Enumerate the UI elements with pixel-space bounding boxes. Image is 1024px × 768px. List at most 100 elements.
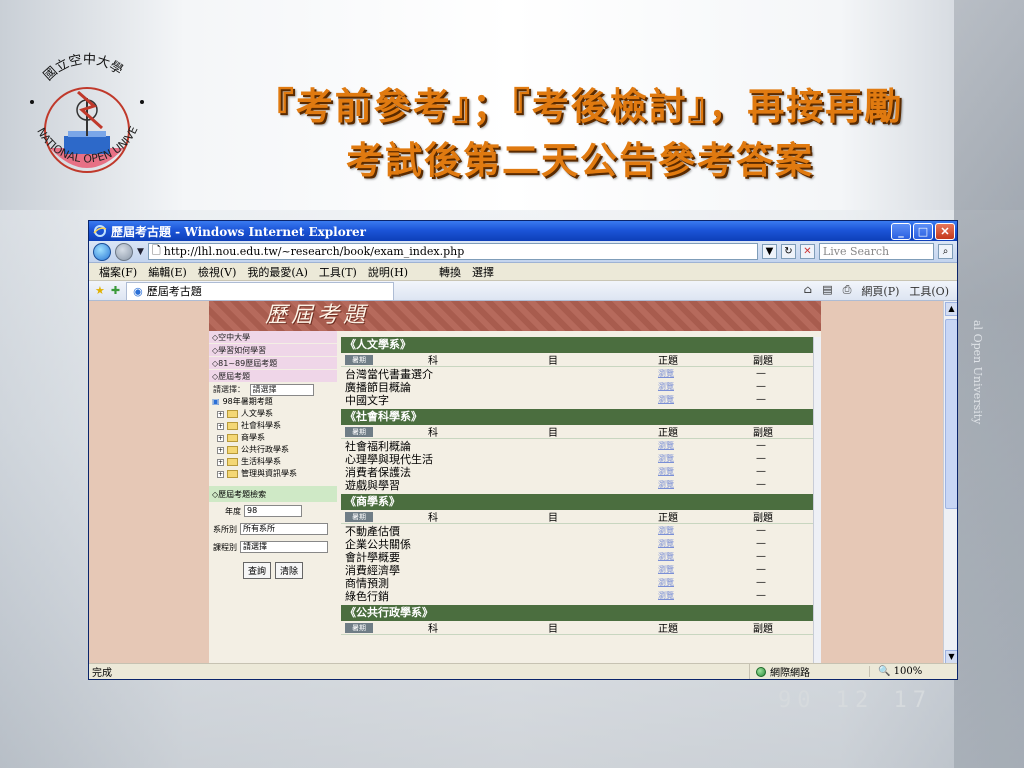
zone-label: 網際網路 [770, 668, 810, 679]
search-icon[interactable]: ⌕ [938, 244, 953, 259]
menu-help[interactable]: 說明(H) [368, 264, 408, 280]
menu-view[interactable]: 檢視(V) [198, 264, 237, 280]
view-link[interactable]: 瀏覽 [611, 577, 721, 588]
view-link[interactable]: 瀏覽 [611, 368, 721, 379]
feeds-icon[interactable]: ▤ [822, 283, 832, 299]
print-icon[interactable]: ⎙ [843, 283, 852, 299]
view-link[interactable]: 瀏覽 [611, 466, 721, 477]
clear-button[interactable]: 清除 [275, 562, 304, 579]
menu-edit[interactable]: 編輯(E) [148, 264, 187, 280]
history-dropdown-icon[interactable]: ▼ [137, 247, 144, 257]
menu-select[interactable]: 選擇 [472, 264, 494, 280]
view-link[interactable]: 瀏覽 [611, 381, 721, 392]
dept-select[interactable]: 所有系所 [240, 523, 328, 535]
section-header: 《人文學系》 [341, 337, 813, 353]
table-row: 中國文字 瀏覽 — [341, 393, 813, 407]
year-select[interactable]: 98 [244, 505, 302, 517]
tab-current[interactable]: ◉ 歷屆考古題 [126, 281, 395, 300]
expand-icon[interactable]: + [217, 422, 224, 430]
view-link[interactable]: 瀏覽 [611, 564, 721, 575]
stop-icon[interactable]: ✕ [799, 244, 815, 259]
page-right-margin [821, 301, 943, 665]
dept-label: 系所別 [213, 524, 237, 534]
menu-favorites[interactable]: 我的最愛(A) [247, 264, 308, 280]
maximize-button[interactable]: □ [913, 222, 933, 240]
add-favorite-icon[interactable]: ✚ [111, 284, 120, 297]
search-input[interactable]: Live Search [818, 243, 934, 260]
sidebar-select[interactable]: 請選擇 [249, 383, 314, 396]
tree-item-management[interactable]: + 管理與資訊學系 [209, 468, 337, 480]
expand-icon[interactable]: + [217, 434, 224, 442]
expand-icon[interactable]: + [217, 458, 224, 466]
refresh-icon[interactable]: ↻ [780, 244, 796, 259]
tab-bar: ★ ✚ ◉ 歷屆考古題 ⌂ ▤ ⎙ 網頁(P) 工具(O) [89, 281, 957, 301]
page-viewport: 歷屆考題 ◇空中大學 ◇學習如何學習 ◇81~89歷屆考題 ◇歷屆考題 請選擇：… [89, 301, 957, 665]
tree-item-life-science[interactable]: + 生活科學系 [209, 456, 337, 468]
column-header-row: 暑期科目正題 副題 [341, 621, 813, 635]
folder-open-icon: ▣ [212, 397, 220, 406]
favorites-star-icon[interactable]: ★ [95, 284, 105, 297]
logo-chinese-text: 國立空中大學 [41, 52, 125, 84]
page-menu[interactable]: 網頁(P) [861, 283, 899, 299]
page-left-margin [89, 301, 209, 665]
home-icon[interactable]: ⌂ [804, 283, 812, 299]
page-scrollbar[interactable]: ▲ ▼ [943, 301, 957, 665]
page-icon: 🗋 [151, 244, 161, 257]
sub-exam-header: 副題 [753, 356, 773, 367]
menu-file[interactable]: 檔案(F) [99, 264, 137, 280]
tree-item-social[interactable]: + 社會科學系 [209, 420, 337, 432]
tools-menu[interactable]: 工具(O) [909, 283, 949, 299]
course-input[interactable]: 請選擇 [240, 541, 328, 553]
view-link[interactable]: 瀏覽 [611, 525, 721, 536]
view-link[interactable]: 瀏覽 [611, 479, 721, 490]
background-vertical-text: al Open University [971, 320, 984, 425]
main-exam-header: 正題 [658, 356, 678, 367]
zoom-level[interactable]: 🔍 100% [869, 666, 957, 677]
scroll-down-icon[interactable]: ▼ [945, 650, 957, 664]
folder-icon [227, 422, 238, 430]
expand-icon[interactable]: + [217, 446, 224, 454]
forward-button[interactable] [115, 242, 133, 261]
view-link[interactable]: 瀏覽 [611, 394, 721, 405]
subject-header-part: 科 [428, 624, 438, 635]
scroll-up-icon[interactable]: ▲ [945, 302, 957, 316]
search-buttons: 查詢 清除 [209, 556, 337, 585]
view-link[interactable]: 瀏覽 [611, 551, 721, 562]
tree-item-humanities[interactable]: + 人文學系 [209, 408, 337, 420]
close-button[interactable]: ✕ [935, 222, 955, 240]
tree-root[interactable]: ▣ 98年暑期考題 [209, 396, 337, 408]
zoom-icon: 🔍 [878, 666, 891, 677]
query-button[interactable]: 查詢 [242, 562, 271, 579]
slide-title-line1: 『考前參考』；『考後檢討』，再接再勵 [256, 84, 904, 128]
main-exam-header: 正題 [658, 428, 678, 439]
sidebar: ◇空中大學 ◇學習如何學習 ◇81~89歷屆考題 ◇歷屆考題 請選擇： 請選擇 … [209, 331, 337, 665]
view-link[interactable]: 瀏覽 [611, 453, 721, 464]
no-sub-exam: — [756, 590, 766, 601]
back-button[interactable] [93, 242, 111, 261]
minimize-button[interactable]: _ [891, 222, 911, 240]
url-dropdown-icon[interactable]: ▼ [761, 244, 777, 259]
view-link[interactable]: 瀏覽 [611, 440, 721, 451]
view-link[interactable]: 瀏覽 [611, 590, 721, 601]
course-label: 課程別 [213, 542, 237, 552]
view-link[interactable]: 瀏覽 [611, 538, 721, 549]
expand-icon[interactable]: + [217, 470, 224, 478]
tab-page-icon: ◉ [133, 284, 143, 298]
folder-icon [227, 410, 238, 418]
menu-convert[interactable]: 轉換 [439, 264, 461, 280]
sidebar-item-81-89[interactable]: ◇81~89歷屆考題 [209, 357, 337, 370]
scroll-thumb[interactable] [945, 319, 957, 509]
sidebar-item-past-exams[interactable]: ◇歷屆考題 [209, 370, 337, 383]
year-label: 年度 [225, 506, 241, 516]
expand-icon[interactable]: + [217, 410, 224, 418]
tab-title: 歷屆考古題 [146, 285, 202, 298]
tree-item-public-admin[interactable]: + 公共行政學系 [209, 444, 337, 456]
course-list-scrollbar[interactable] [813, 337, 821, 665]
folder-icon [227, 446, 238, 454]
tree-item-business[interactable]: + 商學系 [209, 432, 337, 444]
url-input[interactable]: 🗋 http://lhl.nou.edu.tw/~research/book/e… [147, 243, 758, 260]
menu-tools[interactable]: 工具(T) [319, 264, 357, 280]
sidebar-item-learning[interactable]: ◇學習如何學習 [209, 344, 337, 357]
sidebar-item-nou[interactable]: ◇空中大學 [209, 331, 337, 344]
zoom-value: 100% [893, 666, 923, 677]
